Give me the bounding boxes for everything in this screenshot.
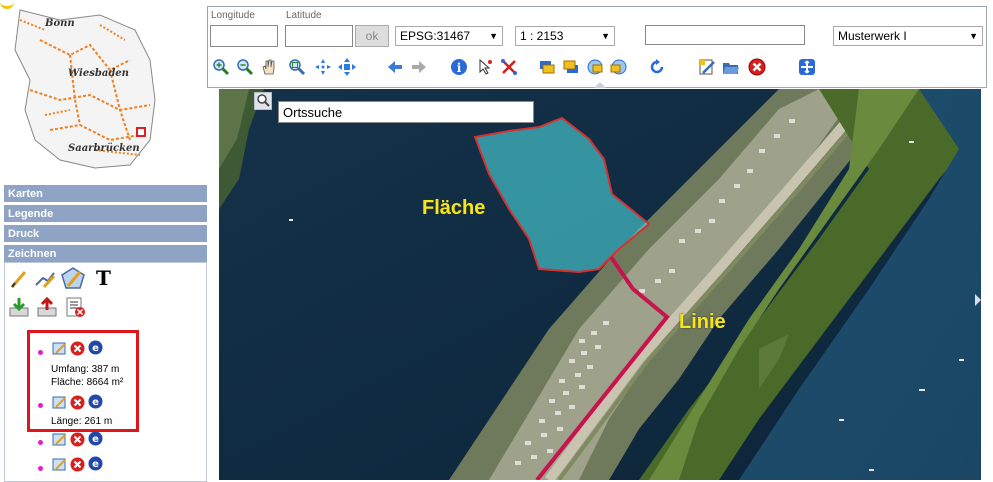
- back-arrow-icon[interactable]: [386, 58, 404, 76]
- refresh-icon[interactable]: [648, 58, 666, 76]
- zoom-in-icon[interactable]: [212, 58, 230, 76]
- import-icon[interactable]: [8, 296, 30, 318]
- latitude-input[interactable]: [285, 25, 353, 47]
- info-e-icon[interactable]: e: [88, 456, 103, 471]
- projection-value: EPSG:31467: [400, 29, 471, 43]
- list-bullet: [38, 403, 43, 408]
- place-search-input[interactable]: Ortssuche: [278, 101, 534, 123]
- accordion-druck[interactable]: Druck: [4, 225, 207, 243]
- info-e-icon[interactable]: e: [88, 340, 103, 355]
- latitude-label: Latitude: [286, 10, 322, 21]
- edit-icon[interactable]: [52, 457, 67, 472]
- longitude-input[interactable]: [210, 25, 278, 47]
- edit-document-icon[interactable]: [698, 58, 716, 76]
- forward-arrow-icon[interactable]: [410, 58, 428, 76]
- draw-point-icon[interactable]: [8, 268, 30, 290]
- map-canvas[interactable]: Fläche Linie: [219, 89, 981, 480]
- overview-city-wiesbaden: Wiesbaden: [68, 68, 129, 79]
- aerial-map: [219, 89, 981, 480]
- layer-yellow-icon[interactable]: [538, 58, 556, 76]
- select-pointer-icon[interactable]: [476, 58, 494, 76]
- close-icon[interactable]: [748, 58, 766, 76]
- edit-icon[interactable]: [52, 395, 67, 410]
- chevron-down-icon: ▼: [601, 31, 610, 41]
- delete-all-icon[interactable]: [64, 296, 86, 318]
- layer-globe-alt-icon[interactable]: [610, 58, 628, 76]
- full-extent-icon[interactable]: [338, 58, 356, 76]
- info-e-icon[interactable]: e: [88, 394, 103, 409]
- list-bullet: [38, 440, 43, 445]
- svg-text:e: e: [92, 434, 99, 445]
- overview-city-saarbruecken: Saarbrücken: [68, 143, 140, 154]
- svg-text:e: e: [92, 397, 99, 408]
- svg-text:e: e: [92, 343, 99, 354]
- export-icon[interactable]: [36, 296, 58, 318]
- pan-hand-icon[interactable]: [260, 58, 278, 76]
- info-icon[interactable]: i: [450, 58, 468, 76]
- list-bullet: [38, 350, 43, 355]
- longitude-label: Longitude: [211, 10, 255, 21]
- svg-text:e: e: [92, 459, 99, 470]
- svg-text:i: i: [457, 61, 462, 75]
- accordion-legende[interactable]: Legende: [4, 205, 207, 223]
- chevron-down-icon: ▼: [489, 31, 498, 41]
- layer-globe-icon[interactable]: [586, 58, 604, 76]
- delete-icon[interactable]: [70, 341, 85, 356]
- overview-map[interactable]: Bonn Wiesbaden Saarbrücken: [0, 0, 160, 170]
- search-icon[interactable]: [254, 92, 272, 110]
- chevron-down-icon: ▼: [969, 31, 978, 41]
- scale-value: 1 : 2153: [520, 29, 564, 43]
- zoom-center-icon[interactable]: [314, 58, 332, 76]
- accordion-karten[interactable]: Karten: [4, 185, 207, 203]
- info-e-icon[interactable]: e: [88, 431, 103, 446]
- project-select[interactable]: Musterwerk I ▼: [833, 26, 983, 46]
- projection-select[interactable]: EPSG:31467 ▼: [395, 26, 503, 46]
- zoom-out-icon[interactable]: [236, 58, 254, 76]
- scale-select[interactable]: 1 : 2153 ▼: [515, 26, 615, 46]
- accordion-zeichnen[interactable]: Zeichnen: [4, 245, 207, 263]
- project-value: Musterwerk I: [838, 29, 907, 43]
- draw-line-icon[interactable]: [34, 268, 56, 290]
- laenge-value: Länge: 261 m: [51, 416, 113, 427]
- edit-icon[interactable]: [52, 432, 67, 447]
- open-folder-icon[interactable]: [722, 58, 740, 76]
- overview-city-bonn: Bonn: [45, 18, 75, 29]
- draw-polygon-icon[interactable]: [60, 266, 86, 290]
- draw-text-tool[interactable]: T: [96, 266, 111, 290]
- zoom-box-icon[interactable]: [288, 58, 306, 76]
- layer-blue-icon[interactable]: [562, 58, 580, 76]
- polygon-label: Fläche: [422, 197, 486, 219]
- delete-icon[interactable]: [70, 395, 85, 410]
- coordinate-ok-button[interactable]: ok: [355, 25, 389, 47]
- pan-right-arrow[interactable]: [975, 294, 981, 306]
- list-bullet: [38, 466, 43, 471]
- umfang-value: Umfang: 387 m: [51, 364, 120, 375]
- delete-icon[interactable]: [70, 457, 85, 472]
- clear-selection-icon[interactable]: [500, 58, 518, 76]
- delete-icon[interactable]: [70, 432, 85, 447]
- free-input[interactable]: [645, 25, 805, 45]
- toolbar: Longitude Latitude ok EPSG:31467 ▼ 1 : 21…: [207, 6, 987, 88]
- flaeche-value: Fläche: 8664 m²: [51, 377, 124, 388]
- line-label: Linie: [679, 311, 726, 333]
- edit-icon[interactable]: [52, 341, 67, 356]
- expand-icon[interactable]: [798, 58, 816, 76]
- toolbar-pointer: [594, 82, 606, 88]
